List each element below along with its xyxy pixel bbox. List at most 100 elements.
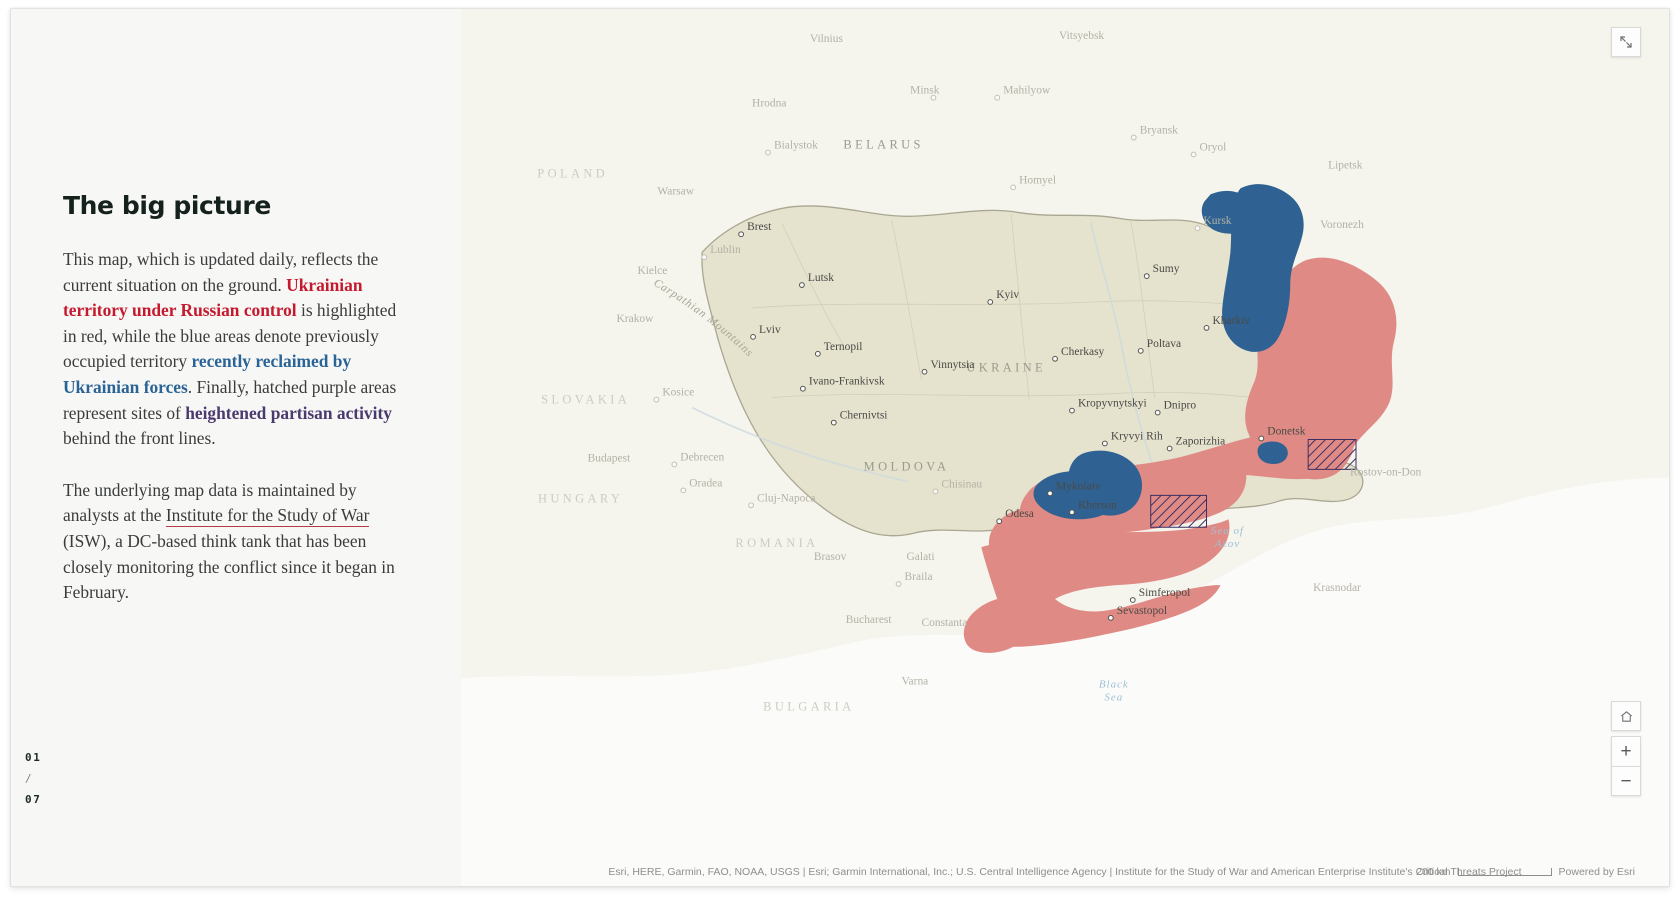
city-label-text: Vitsyebsk bbox=[1059, 30, 1104, 42]
city-label: Brasov bbox=[814, 551, 847, 563]
scale-rule bbox=[1457, 868, 1552, 876]
city-label-text: Constanta bbox=[921, 617, 967, 629]
city-dot bbox=[1129, 597, 1136, 603]
city-dot bbox=[750, 333, 756, 340]
city-label: Krakow bbox=[617, 313, 655, 325]
city-dot bbox=[1052, 355, 1058, 362]
city-label-text: Sevastopol bbox=[1117, 605, 1167, 617]
country-label: BULGARIA bbox=[763, 700, 854, 714]
country-label: POLAND bbox=[537, 166, 608, 180]
story-card: The big picture This map, which is updat… bbox=[10, 8, 1670, 887]
city-label-text: Vilnius bbox=[810, 33, 844, 45]
city-dot bbox=[994, 94, 1001, 101]
city-label: Bucharest bbox=[846, 614, 893, 626]
city-label-text: Kyiv bbox=[996, 289, 1019, 301]
city-dot bbox=[1154, 409, 1161, 416]
city-label-text: Poltava bbox=[1147, 338, 1181, 350]
city-label-text: Debrecen bbox=[680, 451, 724, 463]
zoom-in-button[interactable]: + bbox=[1611, 736, 1641, 766]
map-canvas[interactable]: BELARUS UKRAINE POLAND SLOVAKIA HUNGARY MOLDO… bbox=[461, 9, 1669, 886]
city-label-text: Varna bbox=[902, 676, 929, 688]
city-dot bbox=[814, 350, 821, 357]
city-label-text: Lutsk bbox=[808, 272, 834, 284]
esri-credit: Powered by Esri bbox=[1558, 866, 1635, 878]
city-label-text: Minsk bbox=[910, 85, 940, 97]
city-label: Rostov-on-Don bbox=[1350, 466, 1422, 478]
page-title: The big picture bbox=[63, 191, 271, 220]
country-label: ROMANIA bbox=[735, 536, 818, 550]
city-label-text: Oradea bbox=[689, 477, 722, 489]
city-dot bbox=[932, 488, 939, 495]
city-label-text: Sumy bbox=[1153, 263, 1180, 275]
city-label: Galati bbox=[907, 551, 935, 563]
city-label: Warsaw bbox=[657, 185, 694, 197]
city-label: Vilnius bbox=[810, 33, 844, 45]
map-viewport[interactable]: BELARUS UKRAINE POLAND SLOVAKIA HUNGARY MOLDO… bbox=[461, 9, 1669, 886]
city-dot bbox=[895, 581, 902, 587]
city-label: Lipetsk bbox=[1328, 159, 1363, 171]
city-label-text: Chisinau bbox=[941, 478, 982, 490]
city-dot bbox=[671, 461, 678, 468]
country-label: BELARUS bbox=[843, 138, 923, 152]
city-label-text: Krakow bbox=[617, 313, 655, 325]
city-dot bbox=[1190, 151, 1197, 158]
city-label-text: Kherson bbox=[1078, 499, 1117, 511]
zoom-out-button[interactable]: − bbox=[1611, 766, 1641, 796]
city-dot bbox=[830, 419, 837, 426]
city-label-text: Krasnodar bbox=[1313, 582, 1361, 594]
isw-link[interactable]: Institute for the Study of War bbox=[165, 505, 370, 528]
city-dot bbox=[1069, 509, 1075, 516]
city-dot bbox=[987, 299, 994, 305]
city-label-text: Galati bbox=[907, 551, 935, 563]
city-label-text: Brasov bbox=[814, 551, 847, 563]
city-label-text: Donetsk bbox=[1267, 426, 1305, 438]
city-label-text: Kharkiv bbox=[1212, 315, 1250, 327]
page-separator: / bbox=[25, 772, 34, 785]
city-label: Constanta bbox=[921, 617, 967, 629]
home-icon bbox=[1620, 710, 1632, 722]
city-label: Hrodna bbox=[752, 98, 786, 110]
city-dot bbox=[1137, 347, 1144, 354]
paragraph2-text-2: (ISW), a DC-based think tank that has be… bbox=[63, 530, 395, 603]
city-label-text: Mykolaiv bbox=[1056, 480, 1101, 492]
city-label-text: Kropyvnytskyi bbox=[1078, 398, 1147, 410]
city-label-text: Kosice bbox=[662, 387, 694, 399]
city-dot bbox=[1010, 184, 1017, 191]
city-label-text: Voronezh bbox=[1320, 219, 1364, 231]
narrative-panel: The big picture This map, which is updat… bbox=[11, 9, 461, 886]
map-scalebar: 200 km Powered by Esri bbox=[1416, 866, 1635, 878]
city-label-text: Rostov-on-Don bbox=[1350, 466, 1422, 478]
city-dot bbox=[1194, 225, 1201, 232]
city-label-text: Hrodna bbox=[752, 98, 786, 110]
city-label-text: Kielce bbox=[637, 265, 667, 277]
page-total: 07 bbox=[25, 793, 42, 806]
city-dot bbox=[799, 282, 805, 288]
city-label-text: Ternopil bbox=[824, 341, 863, 353]
page-current: 01 bbox=[25, 751, 42, 764]
city-dot bbox=[701, 254, 708, 261]
city-label-text: Kryvyi Rih bbox=[1111, 431, 1163, 443]
city-label-text: Zaporizhia bbox=[1176, 436, 1226, 448]
city-dot bbox=[921, 368, 928, 375]
city-label-text: Kursk bbox=[1204, 215, 1232, 227]
scale-label: 200 km bbox=[1416, 866, 1451, 878]
water-label: Sea of Azov bbox=[1211, 525, 1245, 550]
city-dot bbox=[1166, 445, 1173, 452]
city-dot bbox=[1143, 273, 1150, 279]
city-dot bbox=[1101, 440, 1108, 447]
city-dot bbox=[1203, 325, 1210, 331]
city-label: Budapest bbox=[588, 452, 631, 464]
city-label-text: Vinnytsia bbox=[930, 359, 974, 371]
country-label: HUNGARY bbox=[538, 491, 623, 505]
city-label-text: Cherkasy bbox=[1061, 346, 1105, 358]
city-label-text: Ivano-Frankivsk bbox=[809, 376, 885, 388]
page-root: The big picture This map, which is updat… bbox=[0, 0, 1678, 897]
home-extent-button[interactable] bbox=[1611, 701, 1641, 731]
city-label: Kielce bbox=[637, 265, 667, 277]
expand-map-button[interactable] bbox=[1611, 27, 1641, 57]
city-label-text: Mahilyow bbox=[1003, 85, 1051, 97]
city-label-text: Cluj-Napoca bbox=[757, 492, 816, 504]
expand-diagonal-icon bbox=[1620, 36, 1632, 48]
city-dot bbox=[1130, 134, 1137, 141]
narrative-paragraph-1: This map, which is updated daily, reflec… bbox=[63, 247, 411, 452]
